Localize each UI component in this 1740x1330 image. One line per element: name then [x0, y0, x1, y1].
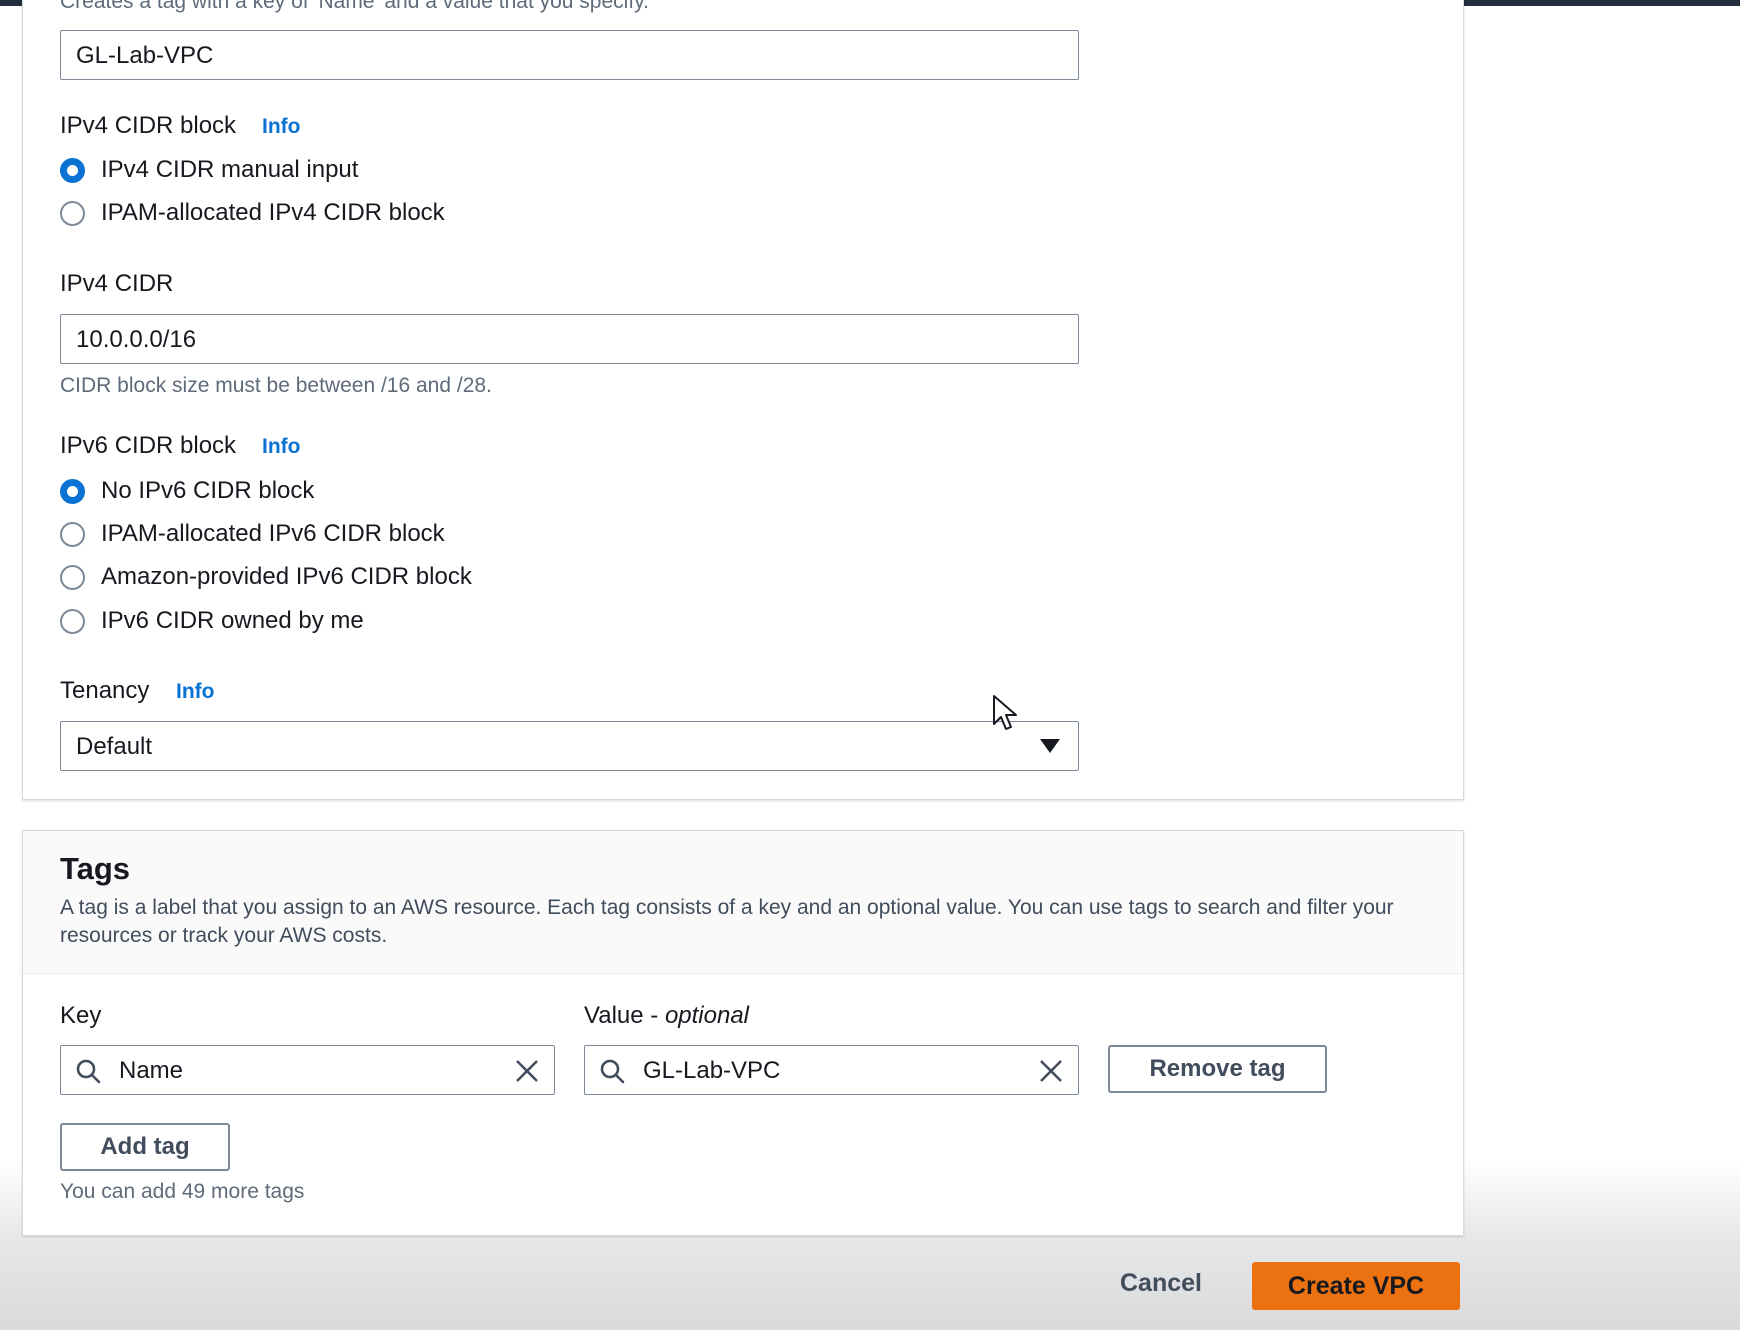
- tag-value-value: GL-Lab-VPC: [643, 1057, 781, 1084]
- tag-key-label: Key: [60, 1002, 102, 1029]
- tags-header: Tags A tag is a label that you assign to…: [23, 831, 1463, 974]
- tenancy-selected-value: Default: [76, 733, 153, 760]
- remove-tag-button[interactable]: Remove tag: [1108, 1045, 1327, 1093]
- radio-button-checked[interactable]: [60, 479, 85, 504]
- ipv4-block-label: IPv4 CIDR block: [60, 112, 237, 139]
- remaining-tags-hint: You can add 49 more tags: [60, 1180, 305, 1203]
- tenancy-select[interactable]: Default: [60, 721, 1079, 771]
- radio-label: IPAM-allocated IPv6 CIDR block: [101, 520, 445, 547]
- clear-icon[interactable]: [514, 1058, 540, 1084]
- tags-description: A tag is a label that you assign to an A…: [60, 896, 1394, 947]
- ipv6-block-label: IPv6 CIDR block: [60, 432, 237, 459]
- radio-button[interactable]: [60, 201, 85, 226]
- name-tag-value: GL-Lab-VPC: [76, 42, 214, 69]
- tenancy-info-link[interactable]: Info: [176, 680, 214, 704]
- radio-button[interactable]: [60, 522, 85, 547]
- tag-value-input[interactable]: GL-Lab-VPC: [584, 1045, 1079, 1095]
- ipv4-cidr-input[interactable]: 10.0.0.0/16: [60, 314, 1079, 364]
- tag-key-value: Name: [119, 1057, 184, 1084]
- name-tag-input[interactable]: GL-Lab-VPC: [60, 30, 1079, 80]
- tag-value-label: Value - optional: [584, 1002, 750, 1029]
- radio-label: IPv4 CIDR manual input: [101, 156, 359, 183]
- ipv4-block-info-link[interactable]: Info: [262, 115, 300, 139]
- radio-label: IPAM-allocated IPv4 CIDR block: [101, 199, 445, 226]
- radio-button-checked[interactable]: [60, 158, 85, 183]
- tenancy-label: Tenancy: [60, 677, 150, 704]
- radio-button[interactable]: [60, 565, 85, 590]
- vpc-settings-panel: Creates a tag with a key of 'Name' and a…: [22, 0, 1464, 800]
- radio-label: Amazon-provided IPv6 CIDR block: [101, 563, 472, 590]
- search-icon: [600, 1059, 625, 1084]
- add-tag-button[interactable]: Add tag: [60, 1123, 230, 1171]
- mouse-cursor-icon: [993, 695, 1017, 730]
- radio-label: No IPv6 CIDR block: [101, 477, 315, 504]
- clear-icon[interactable]: [1038, 1058, 1064, 1084]
- create-vpc-button[interactable]: Create VPC: [1252, 1262, 1460, 1310]
- radio-button[interactable]: [60, 609, 85, 634]
- cancel-button[interactable]: Cancel: [1120, 1269, 1202, 1298]
- ipv6-block-info-link[interactable]: Info: [262, 435, 300, 459]
- ipv4-cidr-value: 10.0.0.0/16: [76, 326, 197, 353]
- caret-down-icon: [1040, 739, 1060, 753]
- tags-title: Tags: [60, 851, 131, 886]
- tag-key-input[interactable]: Name: [60, 1045, 555, 1095]
- tags-panel: Tags A tag is a label that you assign to…: [22, 830, 1464, 1236]
- radio-label: IPv6 CIDR owned by me: [101, 607, 364, 634]
- name-tag-hint: Creates a tag with a key of 'Name' and a…: [60, 0, 649, 13]
- ipv4-cidr-label: IPv4 CIDR: [60, 270, 174, 297]
- ipv4-cidr-hint: CIDR block size must be between /16 and …: [60, 374, 492, 397]
- search-icon: [76, 1059, 101, 1084]
